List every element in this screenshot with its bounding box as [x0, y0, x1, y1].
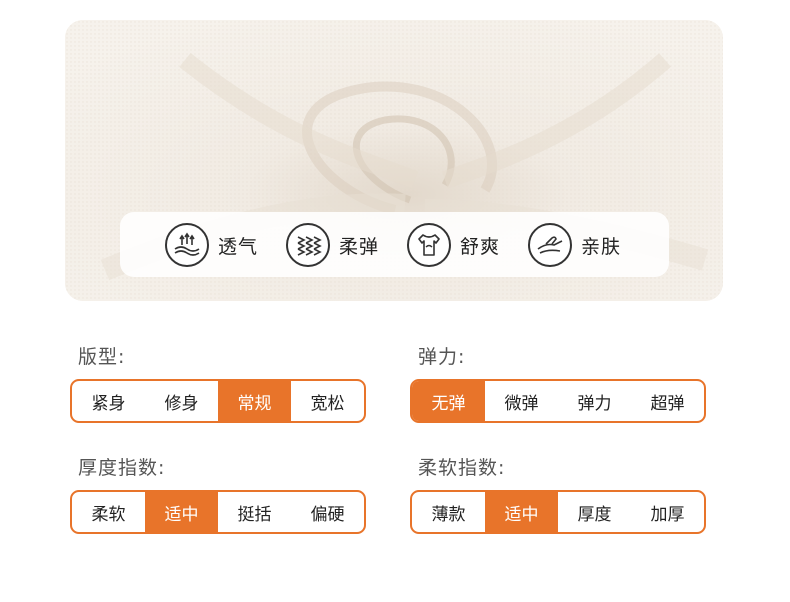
breathable-icon	[165, 223, 209, 267]
thickness-index-selector: 柔软 适中 挺括 偏硬	[70, 490, 366, 534]
elasticity-option[interactable]: 弹力	[558, 381, 631, 421]
fit-selector: 紧身 修身 常规 宽松	[70, 379, 366, 423]
feature-label: 透气	[218, 235, 259, 258]
softness-option[interactable]: 薄款	[412, 492, 485, 532]
skin-hand-icon	[528, 223, 572, 267]
elasticity-option[interactable]: 微弹	[485, 381, 558, 421]
feature-comfort: 舒爽	[407, 222, 500, 268]
tshirt-icon	[407, 223, 451, 267]
fit-option[interactable]: 修身	[145, 381, 218, 421]
thickness-option-selected[interactable]: 适中	[145, 492, 218, 532]
feature-stretch: 柔弹	[286, 222, 379, 268]
feature-label: 柔弹	[339, 235, 380, 258]
softness-option-selected[interactable]: 适中	[485, 492, 558, 532]
thickness-index-label: 厚度指数:	[78, 457, 166, 479]
softness-index-selector: 薄款 适中 厚度 加厚	[410, 490, 706, 534]
fit-option[interactable]: 紧身	[72, 381, 145, 421]
fabric-hero-image: 透气 柔弹 舒爽 亲肤	[65, 20, 723, 301]
stretch-wave-icon	[286, 223, 330, 267]
thickness-option[interactable]: 偏硬	[291, 492, 364, 532]
feature-label: 舒爽	[460, 235, 501, 258]
softness-option[interactable]: 厚度	[558, 492, 631, 532]
thickness-option[interactable]: 挺括	[218, 492, 291, 532]
feature-label: 亲肤	[581, 235, 622, 258]
thickness-option[interactable]: 柔软	[72, 492, 145, 532]
softness-index-label: 柔软指数:	[418, 457, 506, 479]
fit-option-selected[interactable]: 常规	[218, 381, 291, 421]
feature-breathable: 透气	[165, 222, 258, 268]
elasticity-label: 弹力:	[418, 346, 466, 368]
elasticity-option[interactable]: 超弹	[631, 381, 704, 421]
fit-option[interactable]: 宽松	[291, 381, 364, 421]
elasticity-option-selected[interactable]: 无弹	[412, 381, 485, 421]
feature-skin-friendly: 亲肤	[528, 222, 621, 268]
feature-bar: 透气 柔弹 舒爽 亲肤	[120, 212, 669, 277]
fit-label: 版型:	[78, 346, 126, 368]
elasticity-selector: 无弹 微弹 弹力 超弹	[410, 379, 706, 423]
softness-option[interactable]: 加厚	[631, 492, 704, 532]
